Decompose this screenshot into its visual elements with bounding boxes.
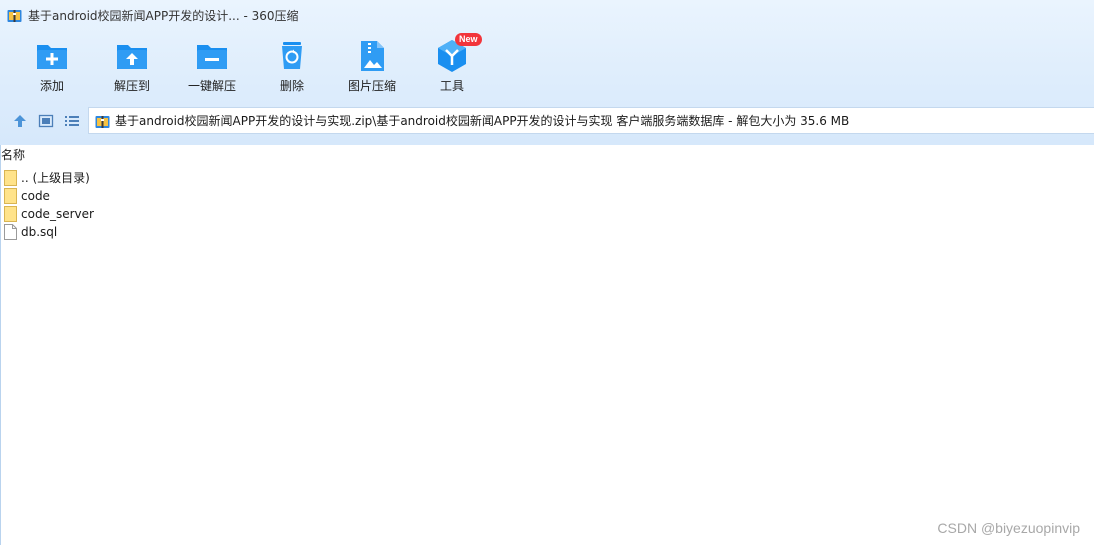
column-header-name[interactable]: 名称 [1, 148, 25, 162]
app-window: 基于android校园新闻APP开发的设计... - 360压缩 添加 解压到 … [0, 0, 1094, 545]
list-item-code-server[interactable]: code_server [4, 205, 94, 223]
folder-icon [4, 188, 17, 204]
tools-label: 工具 [439, 79, 464, 93]
window-chrome: 基于android校园新闻APP开发的设计... - 360压缩 添加 解压到 … [0, 0, 1094, 146]
archive-app-icon [7, 10, 22, 22]
file-icon [4, 224, 17, 240]
list-left-border [0, 145, 1, 545]
main-toolbar: 添加 解压到 一键解压 删除 图片压缩 工具 New [12, 33, 492, 102]
image-compress-label: 图片压缩 [347, 79, 396, 93]
delete-label: 删除 [279, 79, 304, 93]
title-bar[interactable]: 基于android校园新闻APP开发的设计... - 360压缩 [0, 0, 1094, 32]
file-rows: .. (上级目录) code code_server db.sql [4, 169, 94, 241]
add-button[interactable]: 添加 [12, 36, 92, 98]
archive-icon [95, 116, 110, 128]
navigation-bar: 基于android校园新闻APP开发的设计与实现.zip\基于android校园… [0, 106, 1094, 136]
extract-to-button[interactable]: 解压到 [92, 36, 172, 98]
list-view-icon[interactable] [64, 113, 80, 129]
folder-icon [4, 170, 17, 186]
address-bar[interactable]: 基于android校园新闻APP开发的设计与实现.zip\基于android校园… [88, 107, 1094, 134]
extract-to-label: 解压到 [113, 79, 150, 93]
watermark: CSDN @biyezuopinvip [937, 520, 1080, 536]
one-click-extract-icon [197, 45, 227, 69]
file-name: code [21, 189, 50, 203]
list-item-db-sql[interactable]: db.sql [4, 223, 94, 241]
one-click-extract-button[interactable]: 一键解压 [172, 36, 252, 98]
file-name: db.sql [21, 225, 58, 239]
delete-button[interactable]: 删除 [252, 36, 332, 98]
image-compress-button[interactable]: 图片压缩 [332, 36, 412, 98]
up-arrow-icon[interactable] [12, 113, 28, 129]
list-item-code[interactable]: code [4, 187, 94, 205]
add-folder-icon [37, 45, 67, 69]
extract-to-icon [117, 45, 147, 69]
folder-icon [4, 206, 17, 222]
address-path: 基于android校园新闻APP开发的设计与实现.zip\基于android校园… [115, 114, 850, 128]
file-name: .. (上级目录) [21, 171, 90, 185]
recycle-bin-icon [282, 42, 302, 69]
thumbnail-view-icon[interactable] [38, 113, 54, 129]
window-title: 基于android校园新闻APP开发的设计... - 360压缩 [28, 9, 299, 23]
file-name: code_server [21, 207, 94, 221]
image-compress-icon [361, 41, 384, 71]
one-click-extract-label: 一键解压 [187, 79, 236, 93]
add-label: 添加 [39, 79, 64, 93]
tools-button[interactable]: 工具 New [412, 33, 492, 98]
list-item-parent-dir[interactable]: .. (上级目录) [4, 169, 94, 187]
file-list: 名称 .. (上级目录) code code_server db.sql CSD… [0, 145, 1094, 545]
new-badge: New [455, 33, 482, 46]
